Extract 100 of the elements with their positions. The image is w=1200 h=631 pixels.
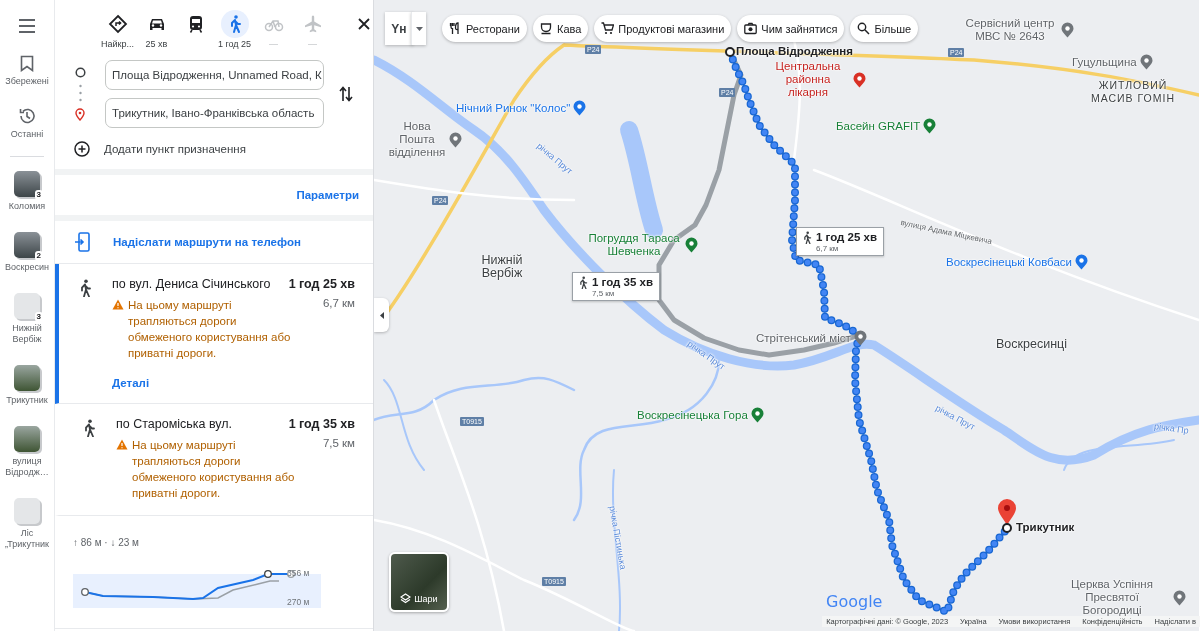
route-name: по вул. Дениса Січинського <box>112 277 271 291</box>
place-pin-icon[interactable] <box>853 71 866 88</box>
input-tools-dropdown[interactable] <box>411 12 426 45</box>
place-pin-icon[interactable] <box>853 330 867 346</box>
caret-icon <box>379 311 384 319</box>
category-chip[interactable]: Більше <box>850 15 919 42</box>
route-time-callout[interactable]: 1 год 35 хв 7,5 км <box>572 272 661 301</box>
route-distance: 7,5 км <box>322 437 355 449</box>
category-chip[interactable]: Чим зайнятися <box>737 15 845 42</box>
photo-placeholder[interactable]: 3 <box>14 293 40 319</box>
recent-place-label[interactable]: Трикутник <box>6 395 48 406</box>
close-icon[interactable] <box>358 18 370 30</box>
add-circle-icon[interactable] <box>74 141 90 157</box>
place-pin-icon[interactable] <box>1173 589 1186 606</box>
elevation-summary: ↑ 86 м · ↓ 23 м <box>73 537 139 548</box>
cup-icon <box>539 22 553 35</box>
place-pin-icon[interactable] <box>685 237 698 253</box>
destination-field[interactable]: Трикутник, Івано-Франківська область <box>105 98 324 128</box>
map-label: річка Прут <box>684 338 728 374</box>
map-label: Центральна районна лікарня <box>774 60 842 99</box>
recent-place-label[interactable]: Ліс „Трикутник <box>1 528 53 550</box>
add-destination-link[interactable]: Додати пункт призначення <box>104 143 246 155</box>
travel-time-label: 1 год 25 <box>217 39 252 49</box>
details-link[interactable]: Деталі <box>112 377 150 389</box>
fork-knife-icon <box>449 22 462 35</box>
map-label: Нова Пошта відділення <box>388 120 446 159</box>
recent-place-label[interactable]: Нижній Вербіж <box>1 323 53 345</box>
route-duration: 1 год 25 хв <box>288 277 355 291</box>
callout-duration: 1 год 25 хв <box>816 231 878 244</box>
callout-duration: 1 год 35 хв <box>592 276 654 289</box>
route-warning: На цьому маршруті трапляються дороги обмеженого користування або приватні дороги. <box>128 298 292 361</box>
recent-place-label[interactable]: Воскресин <box>5 262 49 273</box>
map-label: Сервісний центр МВС № 2643 <box>964 17 1056 43</box>
destination-pin-icon <box>998 499 1016 533</box>
walking-person-icon <box>82 419 96 437</box>
airplane-icon <box>302 14 323 34</box>
sidebar-label[interactable]: Збережені <box>5 76 49 87</box>
callout-distance: 6,7 км <box>816 244 840 253</box>
layers-button[interactable]: Шари <box>389 552 449 612</box>
count-badge: 2 <box>34 251 43 261</box>
travel-time-label: 25 хв <box>145 39 168 49</box>
walking-person-icon <box>78 279 92 297</box>
category-chip[interactable]: Ресторани <box>442 15 527 42</box>
route-name: по Староміська вул. <box>116 417 233 431</box>
walking-person-icon <box>802 231 812 244</box>
map-label: Воскресінецька Гора <box>637 408 748 422</box>
destination-pin-icon <box>75 108 85 121</box>
map-label: вулиця Адама Міцкевича <box>899 216 994 249</box>
origin-field[interactable]: Площа Відродження, Unnamed Road, К <box>105 60 324 90</box>
cart-icon <box>601 22 615 35</box>
photo-placeholder[interactable] <box>14 365 40 391</box>
route-time-callout[interactable]: 1 год 25 хв 6,7 км <box>796 227 885 256</box>
photo-placeholder[interactable]: 2 <box>14 232 40 258</box>
place-pin-icon[interactable] <box>923 118 937 134</box>
travel-time-label: — <box>269 39 278 49</box>
turn-diamond-icon <box>107 14 128 34</box>
place-pin-icon[interactable] <box>1075 254 1089 270</box>
route-warning: На цьому маршруті трапляються дороги обмеженого користування або приватні дороги. <box>132 438 296 501</box>
collapse-panel-button[interactable] <box>374 298 389 332</box>
warning-icon <box>116 439 128 450</box>
route-option[interactable]: по Староміська вул. 1 год 35 хв На цьому маршруті трапляються дороги обмеженого користування або приватні дороги. 7,5 км <box>55 404 373 516</box>
search-icon <box>857 22 871 35</box>
menu-icon[interactable] <box>18 19 36 33</box>
history-icon[interactable] <box>18 107 36 125</box>
map-label: Басейн GRAFIT <box>836 119 921 133</box>
photo-placeholder[interactable]: 3 <box>14 171 40 197</box>
map-label: Церква Успіння Пресвятої Богородиці <box>1070 578 1154 617</box>
map-label: Гуцульщина <box>1072 55 1137 69</box>
count-badge: 3 <box>34 190 43 200</box>
route-duration: 1 год 35 хв <box>288 417 355 431</box>
dotted-line-icon <box>78 84 82 102</box>
bookmark-icon[interactable] <box>20 55 34 72</box>
place-pin-icon[interactable] <box>573 100 587 116</box>
category-chip[interactable]: Продуктові магазини <box>594 15 732 42</box>
sidebar-label[interactable]: Останні <box>10 129 44 140</box>
map-label: Воскресинці <box>996 338 1067 351</box>
place-pin-icon[interactable] <box>1139 54 1153 70</box>
place-pin-icon[interactable] <box>750 407 764 423</box>
warning-icon <box>112 299 124 310</box>
callout-distance: 7,5 км <box>592 289 616 298</box>
place-pin-icon[interactable] <box>449 131 462 148</box>
elevation-min-label: 270 м <box>287 597 310 608</box>
walking-person-icon <box>578 276 588 289</box>
map-label: річка Прут <box>932 402 978 434</box>
start-marker-icon <box>725 47 735 57</box>
route-distance: 6,7 км <box>322 297 355 309</box>
place-pin-icon[interactable] <box>1061 22 1074 38</box>
map-label: Стрітенський міст <box>756 331 851 345</box>
count-badge: 3 <box>34 312 43 322</box>
travel-time-label: Найкр... <box>101 39 134 49</box>
google-logo: Google <box>826 592 883 611</box>
send-to-phone-icon[interactable] <box>75 232 91 252</box>
photo-placeholder[interactable] <box>14 426 40 452</box>
recent-place-label[interactable]: вулиця Відродж… <box>1 456 53 478</box>
options-link[interactable]: Параметри <box>296 189 359 201</box>
map-label: Погруддя Тараса Шевченка <box>587 232 681 258</box>
recent-place-label[interactable]: Коломия <box>8 201 46 212</box>
input-tools-button[interactable]: Yн <box>385 12 413 45</box>
send-to-phone-link[interactable]: Надіслати маршрути на телефон <box>113 236 301 248</box>
swap-icon[interactable] <box>339 85 353 103</box>
